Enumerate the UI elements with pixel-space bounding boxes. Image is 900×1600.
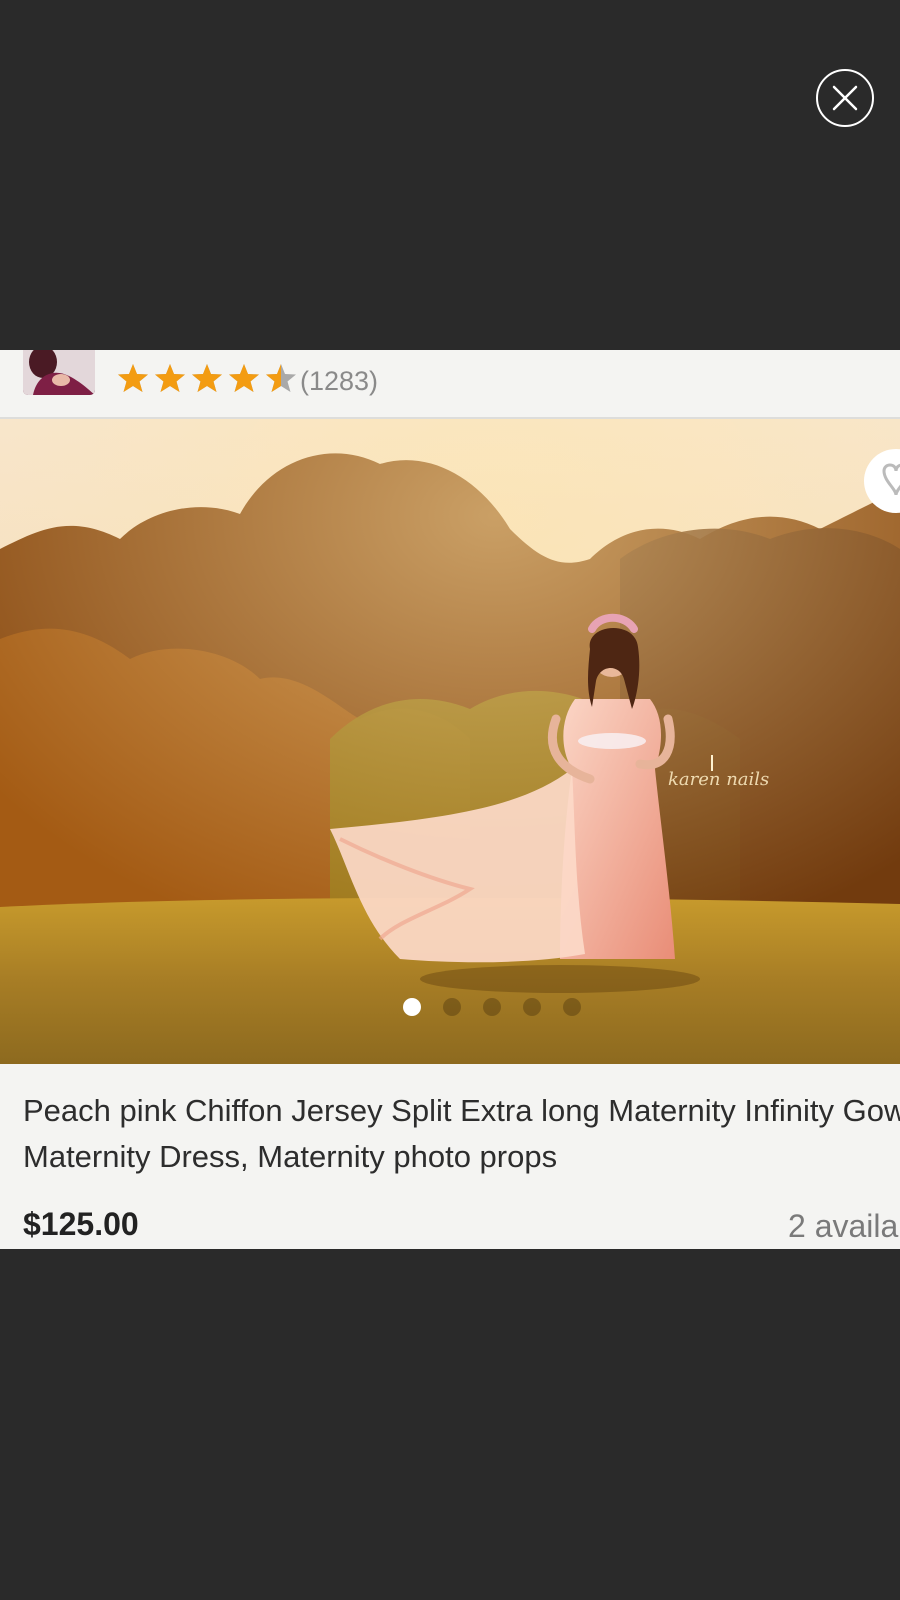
star-icon	[118, 364, 148, 392]
listing-image-carousel[interactable]: karen nails	[0, 419, 900, 1064]
star-icon	[192, 364, 222, 392]
star-icon	[155, 364, 185, 392]
lightbox-backdrop: (1283) karen nails Peach pink Chiffon Je…	[0, 0, 900, 1600]
listing-title[interactable]: Peach pink Chiffon Jersey Split Extra lo…	[23, 1088, 900, 1180]
review-count: (1283)	[300, 366, 379, 396]
shop-avatar[interactable]	[23, 350, 95, 395]
carousel-dot[interactable]	[483, 998, 501, 1016]
heart-icon	[882, 463, 900, 496]
shop-avatar-image	[23, 350, 95, 395]
carousel-dot[interactable]	[563, 998, 581, 1016]
favorite-button[interactable]	[864, 449, 900, 513]
photo-watermark: karen nails	[668, 769, 770, 790]
carousel-dot[interactable]	[523, 998, 541, 1016]
rating-stars	[117, 362, 297, 394]
carousel-dot[interactable]	[403, 998, 421, 1016]
star-icon	[229, 364, 259, 392]
listing-photo	[0, 419, 900, 1064]
close-icon	[832, 85, 858, 111]
carousel-dot[interactable]	[443, 998, 461, 1016]
star-icon	[266, 364, 296, 392]
shop-name[interactable]	[118, 350, 378, 352]
carousel-indicator	[403, 998, 581, 1016]
shop-header[interactable]: (1283)	[0, 350, 900, 419]
listing-card: (1283) karen nails Peach pink Chiffon Je…	[0, 350, 900, 1249]
close-button[interactable]	[816, 69, 874, 127]
listing-price: $125.00	[23, 1206, 139, 1242]
availability-text: 2 available	[788, 1208, 900, 1244]
